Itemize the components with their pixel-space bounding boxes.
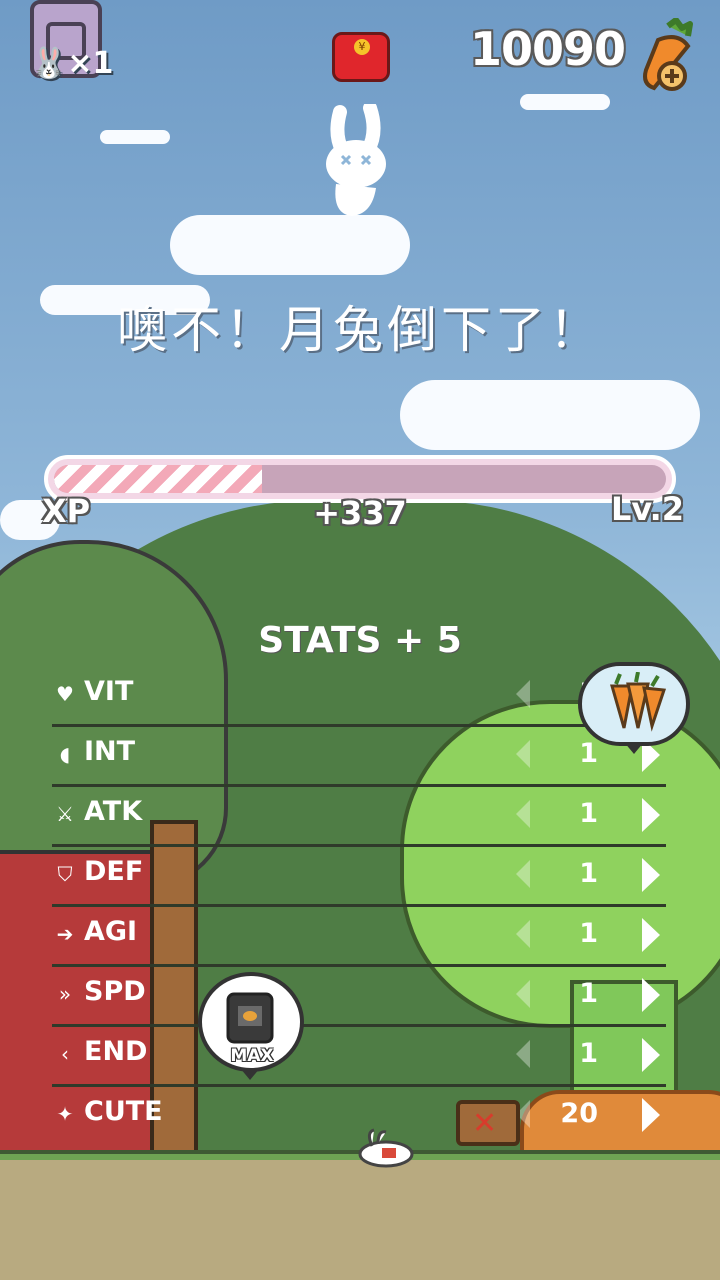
lives-value: ×1 (67, 46, 114, 81)
equipment-bubble-tail (240, 1068, 260, 1080)
chevron-icon: ‹ (61, 1042, 69, 1066)
stat-value: 1 (579, 858, 598, 889)
rabbit-ghost (326, 104, 386, 216)
xp-fill (54, 465, 263, 493)
increase-atk-button[interactable] (642, 798, 660, 832)
stat-name: INT (84, 736, 136, 767)
xp-track (54, 465, 666, 493)
stat-value: 1 (579, 1038, 598, 1069)
game-over-message: 噢不！月兔倒下了！ (117, 301, 603, 359)
increase-def-button[interactable] (642, 858, 660, 892)
stat-name: SPD (84, 976, 146, 1007)
stat-row-vit: ♥ VIT 5 (52, 664, 666, 727)
stat-row-spd: » SPD 1 (52, 964, 666, 1027)
stat-name: VIT (84, 676, 134, 707)
stat-name: CUTE (84, 1096, 163, 1127)
stat-row-agi: ➔ AGI 1 (52, 904, 666, 967)
ground (0, 1160, 720, 1280)
fallen-rabbit (358, 1128, 414, 1168)
cloud (520, 94, 610, 110)
xp-gain: +337 (313, 494, 407, 532)
stat-name: AGI (84, 916, 138, 947)
brain-icon: ◖ (59, 742, 71, 766)
level-label: Lv.2 (610, 490, 684, 528)
xp-label: XP (42, 492, 91, 530)
stat-row-end: ‹ END 1 (52, 1024, 666, 1087)
add-carrot-button[interactable] (638, 18, 700, 94)
cloud (400, 380, 700, 450)
heart-icon: ♥ (56, 682, 74, 706)
stats-title: STATS + 5 (258, 620, 462, 661)
stat-row-atk: ⚔ ATK 1 (52, 784, 666, 847)
shield-icon: ⛉ (57, 862, 73, 886)
stat-name: ATK (84, 796, 143, 827)
yuan-icon: ¥ (354, 39, 370, 55)
cloud (100, 130, 170, 144)
stat-value: 1 (579, 738, 598, 769)
bubble-tail (624, 742, 644, 754)
stat-row-def: ⛉ DEF 1 (52, 844, 666, 907)
carrot-count: 10090 (470, 22, 626, 76)
warning-sign: ✕ (456, 1100, 520, 1146)
arrow-icon: ➔ (56, 922, 74, 946)
rabbit-icon: 🐰 (30, 46, 68, 81)
stat-value: 1 (579, 978, 598, 1009)
stat-name: END (84, 1036, 148, 1067)
stat-row-int: ◖ INT 1 (52, 724, 666, 787)
double-chevron-icon: » (58, 982, 72, 1006)
bag-icon (226, 992, 274, 1044)
increase-cute-button[interactable] (642, 1098, 660, 1132)
stat-name: DEF (84, 856, 144, 887)
increase-spd-button[interactable] (642, 978, 660, 1012)
stat-value: 20 (560, 1098, 598, 1129)
sword-icon: ⚔ (56, 802, 74, 826)
lives-counter: 🐰×1 (30, 46, 113, 81)
sparkle-icon: ✦ (56, 1102, 74, 1126)
increase-end-button[interactable] (642, 1038, 660, 1072)
red-packet-button[interactable]: ¥ (332, 32, 390, 82)
cloud (170, 215, 410, 275)
stat-value: 1 (579, 798, 598, 829)
increase-agi-button[interactable] (642, 918, 660, 952)
stat-value: 1 (579, 918, 598, 949)
game-scene: 🐰×1 ¥ 10090 噢不！月兔倒下了！ XP +337 Lv.2 STATS… (0, 0, 720, 1280)
max-label: MAX (230, 1046, 274, 1066)
carrot-bundle-icon (610, 672, 667, 732)
cross-icon: ✕ (472, 1106, 498, 1141)
